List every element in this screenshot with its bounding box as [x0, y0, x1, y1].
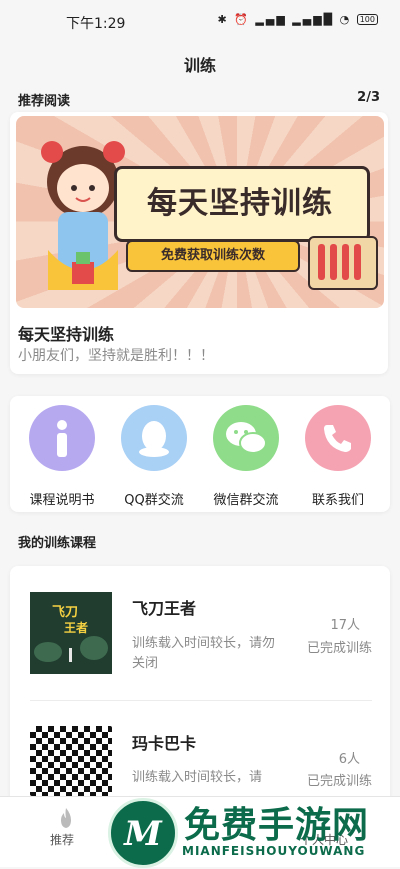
course-count: 6人: [338, 752, 360, 767]
watermark-text: 免费手游网: [184, 805, 370, 846]
course-count: 17人: [330, 618, 360, 633]
courses-section-title: 我的训练课程: [18, 536, 97, 551]
watermark-subtext: MIANFEISHOUYOUWANG: [182, 844, 366, 858]
svg-text:王者: 王者: [64, 620, 88, 635]
battery-icon: 100: [356, 14, 378, 25]
action-course-guide[interactable]: 课程说明书: [16, 405, 108, 508]
action-label: 联系我们: [311, 493, 364, 508]
status-icons: ✱ ⏰ ▂▄▆ ▂▄▆█ ◔ 100: [217, 13, 378, 26]
banner-card-title: 每天坚持训练: [18, 325, 115, 344]
info-icon: [29, 405, 95, 471]
banner-pager: 2/3: [357, 90, 380, 105]
xylophone-icon: [308, 236, 378, 290]
page-title: 训练: [183, 56, 216, 75]
tab-recommend[interactable]: 推荐: [50, 831, 74, 848]
action-label: 课程说明书: [29, 493, 95, 508]
banner-main-text: 每天坚持训练: [147, 186, 333, 221]
banner-card-subtitle: 小朋友们，坚持就是胜利！！！: [18, 348, 214, 364]
action-qq-group[interactable]: QQ群交流: [108, 405, 200, 508]
course-thumbnail: 飞刀 王者: [30, 592, 112, 674]
course-name: 玛卡巴卡: [132, 734, 197, 753]
svg-text:飞刀: 飞刀: [52, 605, 78, 620]
status-icons-text: ✱ ⏰ ▂▄▆ ▂▄▆█ ◔: [217, 13, 352, 26]
action-wechat-group[interactable]: 微信群交流: [200, 405, 292, 508]
course-status: 已完成训练: [306, 774, 372, 789]
course-status: 已完成训练: [306, 641, 372, 656]
banner-image[interactable]: 每天坚持训练 免费获取训练次数: [16, 116, 384, 308]
phone-icon: [305, 405, 371, 471]
course-desc: 训练载入时间较长，请勿关闭: [132, 636, 276, 671]
course-thumbnail: [30, 726, 112, 796]
action-contact-us[interactable]: 联系我们: [292, 405, 384, 508]
recommend-section-title: 推荐阅读: [18, 94, 71, 109]
watermark-logo-letter: M: [123, 814, 163, 854]
banner-ribbon: 免费获取训练次数: [126, 240, 300, 272]
fire-icon[interactable]: [57, 807, 75, 829]
course-name: 飞刀王者: [132, 599, 197, 618]
status-bar: 下午1:29 ✱ ⏰ ▂▄▆ ▂▄▆█ ◔ 100: [0, 0, 400, 40]
status-time: 下午1:29: [66, 16, 126, 32]
action-label: 微信群交流: [213, 493, 279, 508]
wechat-icon: [213, 405, 279, 471]
watermark-logo: M: [108, 798, 178, 868]
divider: [30, 700, 372, 701]
qq-icon: [121, 405, 187, 471]
course-desc: 训练载入时间较长，请: [132, 770, 263, 785]
action-label: QQ群交流: [124, 493, 184, 508]
